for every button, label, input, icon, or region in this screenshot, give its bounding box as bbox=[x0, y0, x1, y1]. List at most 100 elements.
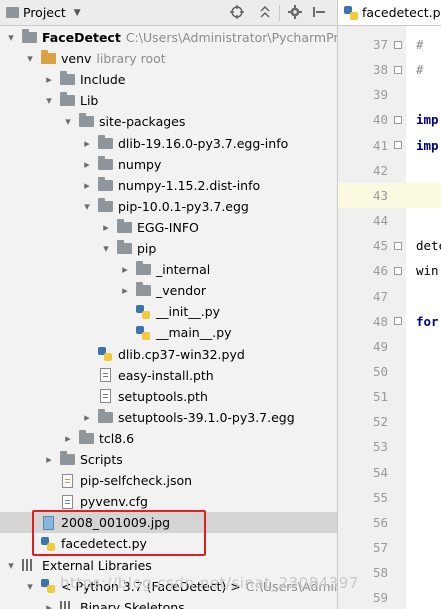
tree-item[interactable]: dlib.cp37-win32.pyd bbox=[0, 344, 337, 365]
tree-item[interactable]: ▸ EGG-INFO bbox=[0, 217, 337, 238]
code-line[interactable]: 41 imp bbox=[338, 133, 441, 158]
tree-item[interactable]: ▸ numpy bbox=[0, 154, 337, 175]
fold-marker-icon[interactable] bbox=[394, 266, 402, 275]
code-line[interactable]: 46 win bbox=[338, 258, 441, 283]
chevron-right-icon[interactable]: ▸ bbox=[42, 73, 56, 87]
fold-marker-icon[interactable] bbox=[394, 141, 402, 150]
tree-item[interactable]: ▸ Include bbox=[0, 69, 337, 90]
tree-item[interactable]: setuptools.pth bbox=[0, 386, 337, 407]
code-line[interactable]: 55 bbox=[338, 485, 441, 510]
code-line[interactable]: 57 bbox=[338, 535, 441, 560]
chevron-right-icon[interactable]: ▸ bbox=[118, 284, 132, 298]
hide-icon[interactable] bbox=[310, 3, 328, 21]
chevron-down-icon[interactable]: ▾ bbox=[42, 94, 56, 108]
tree-item-label: pip-selfcheck.json bbox=[80, 473, 193, 489]
project-view-selector[interactable]: Project ▼ bbox=[6, 5, 81, 20]
tree-item[interactable]: pyvenv.cfg bbox=[0, 491, 337, 512]
python-file-icon bbox=[344, 5, 358, 20]
tree-item[interactable]: ▸ Binary Skeletons bbox=[0, 597, 337, 609]
code-line[interactable]: 51 bbox=[338, 384, 441, 409]
chevron-right-icon[interactable]: ▸ bbox=[80, 410, 94, 424]
fold-marker-icon[interactable] bbox=[394, 317, 402, 326]
code-line[interactable]: 44 bbox=[338, 208, 441, 233]
target-icon[interactable] bbox=[228, 3, 246, 21]
chevron-right-icon[interactable]: ▸ bbox=[99, 220, 113, 234]
chevron-right-icon[interactable]: ▸ bbox=[42, 453, 56, 467]
gear-icon[interactable] bbox=[286, 3, 304, 21]
tree-item[interactable]: ▾ Lib bbox=[0, 90, 337, 111]
tree-item[interactable]: ▸ numpy-1.15.2.dist-info bbox=[0, 175, 337, 196]
tree-item[interactable]: ▾ FaceDetect C:\Users\Administrator\Pychar… bbox=[0, 27, 337, 48]
code-line[interactable]: 48 for bbox=[338, 309, 441, 334]
code-line[interactable]: 56 bbox=[338, 510, 441, 535]
tree-item[interactable]: ▸ _internal bbox=[0, 259, 337, 280]
tree-item-hint: C:\Users\Administrator\PycharmProjects bbox=[125, 30, 337, 45]
tree-item[interactable]: ▾ site-packages bbox=[0, 111, 337, 132]
code-line[interactable]: 43 bbox=[338, 182, 441, 208]
chevron-right-icon[interactable]: ▸ bbox=[80, 157, 94, 171]
tree-item[interactable]: ▾ < Python 3.7 (FaceDetect) > C:\Users\Adm… bbox=[0, 576, 337, 597]
code-line[interactable]: 59 bbox=[338, 585, 441, 609]
code-line[interactable]: 40 imp bbox=[338, 107, 441, 132]
python-file-icon bbox=[40, 536, 56, 551]
chevron-down-icon[interactable]: ▾ bbox=[4, 31, 18, 45]
fold-marker-icon[interactable] bbox=[394, 65, 402, 74]
chevron-right-icon[interactable]: ▸ bbox=[80, 178, 94, 192]
code-line[interactable]: 37 # bbox=[338, 32, 441, 57]
code-line[interactable]: 42 bbox=[338, 158, 441, 183]
chevron-down-icon[interactable]: ▾ bbox=[23, 579, 37, 593]
chevron-down-icon[interactable]: ▾ bbox=[4, 558, 18, 572]
tree-item[interactable]: __init__.py bbox=[0, 301, 337, 322]
tree-item[interactable]: __main__.py bbox=[0, 322, 337, 343]
tree-item-label: External Libraries bbox=[42, 557, 152, 573]
code-line[interactable]: 50 bbox=[338, 359, 441, 384]
code-line[interactable]: 39 bbox=[338, 82, 441, 107]
editor-tab[interactable]: facedetect.py bbox=[338, 0, 441, 26]
tree-item[interactable]: facedetect.py bbox=[0, 533, 337, 554]
tree-item[interactable]: ▸ dlib-19.16.0-py3.7.egg-info bbox=[0, 133, 337, 154]
code-line[interactable]: 47 bbox=[338, 284, 441, 309]
tree-item-label: < Python 3.7 (FaceDetect) > bbox=[61, 578, 241, 594]
code-line[interactable]: 49 bbox=[338, 334, 441, 359]
tree-item[interactable]: ▾ pip bbox=[0, 238, 337, 259]
fold-marker-icon[interactable] bbox=[394, 40, 402, 49]
tree-item[interactable]: ▾ pip-10.0.1-py3.7.egg bbox=[0, 196, 337, 217]
chevron-right-icon[interactable]: ▸ bbox=[42, 600, 56, 609]
chevron-right-icon[interactable]: ▸ bbox=[118, 263, 132, 277]
tree-item[interactable]: ▾ External Libraries bbox=[0, 555, 337, 576]
chevron-down-icon[interactable]: ▾ bbox=[23, 52, 37, 66]
editor-code-area[interactable]: 37 #38 #39 40 imp 41 imp 42 43 44 45 dete 46 win 47 48 f… bbox=[338, 26, 441, 609]
tree-item-label: FaceDetect bbox=[42, 30, 121, 45]
tree-item[interactable]: pip-selfcheck.json bbox=[0, 470, 337, 491]
fold-marker-icon[interactable] bbox=[394, 241, 402, 250]
python-file-icon bbox=[135, 325, 151, 340]
tree-item[interactable]: ▸ setuptools-39.1.0-py3.7.egg bbox=[0, 407, 337, 428]
chevron-down-icon: ▼ bbox=[73, 7, 81, 18]
code-line[interactable]: 58 bbox=[338, 560, 441, 585]
code-line[interactable]: 54 bbox=[338, 460, 441, 485]
collapse-all-icon[interactable] bbox=[256, 3, 274, 21]
tree-item[interactable]: 2008_001009.jpg bbox=[0, 512, 337, 534]
code-line[interactable]: 52 bbox=[338, 409, 441, 434]
line-number: 55 bbox=[372, 489, 388, 505]
chevron-down-icon[interactable]: ▾ bbox=[61, 115, 75, 129]
code-line[interactable]: 38 # bbox=[338, 57, 441, 82]
chevron-down-icon[interactable]: ▾ bbox=[99, 242, 113, 256]
tree-item-label: facedetect.py bbox=[61, 536, 147, 552]
code-text: win bbox=[416, 263, 439, 279]
chevron-right-icon[interactable]: ▸ bbox=[80, 136, 94, 150]
tree-item[interactable]: easy-install.pth bbox=[0, 365, 337, 386]
code-line[interactable]: 45 dete bbox=[338, 233, 441, 258]
fold-marker-icon[interactable] bbox=[394, 115, 402, 124]
chevron-down-icon[interactable]: ▾ bbox=[80, 199, 94, 213]
tree-item[interactable]: ▾ venv library root bbox=[0, 48, 337, 69]
tree-item[interactable]: ▸ tcl8.6 bbox=[0, 428, 337, 449]
code-line[interactable]: 53 bbox=[338, 434, 441, 459]
tree-item[interactable]: ▸ Scripts bbox=[0, 449, 337, 470]
chevron-right-icon[interactable]: ▸ bbox=[61, 431, 75, 445]
tree-item[interactable]: ▸ _vendor bbox=[0, 280, 337, 301]
